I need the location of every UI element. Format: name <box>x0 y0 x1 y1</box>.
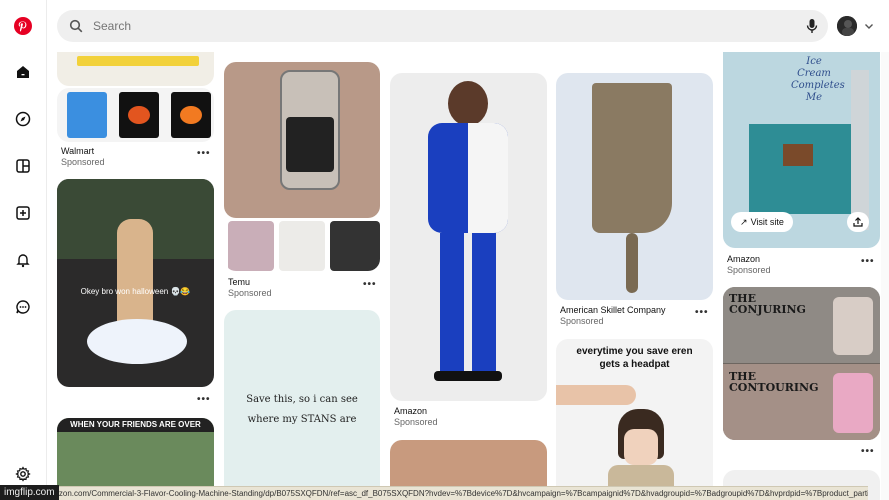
messages-icon[interactable] <box>11 295 35 319</box>
search-input[interactable] <box>93 19 693 33</box>
status-bar-url: hazon.com/Commercial-3-Flavor-Cooling-Ma… <box>0 486 868 500</box>
pin-image-eren-meme[interactable]: everytime you save eren gets a headpat <box>556 339 713 500</box>
pin-image-conjuring[interactable]: THE CONJURING THE CONTOURING <box>723 287 880 440</box>
pin-image-walmart-products[interactable] <box>57 88 214 142</box>
pin-meta-skillet: American Skillet Company Sponsored <box>560 305 666 327</box>
more-options-button[interactable]: ••• <box>861 446 875 457</box>
more-options-button[interactable]: ••• <box>363 279 377 290</box>
top-bar <box>47 0 889 52</box>
pin-sponsored-label: Sponsored <box>727 265 771 275</box>
pin-caption: Okey bro won halloween 💀😂 <box>80 287 191 296</box>
share-button[interactable] <box>847 212 869 232</box>
pin-sponsored-label: Sponsored <box>560 316 604 326</box>
more-options-button[interactable]: ••• <box>197 148 211 159</box>
more-options-button[interactable]: ••• <box>197 394 211 405</box>
pin-sponsored-label: Sponsored <box>61 157 105 167</box>
microphone-icon[interactable] <box>805 18 819 34</box>
pin-image-phone-case-thumbs[interactable] <box>224 221 380 271</box>
visit-site-button[interactable]: ↗ Visit site <box>731 212 793 232</box>
pin-meta-temu: Temu Sponsored <box>228 277 272 299</box>
more-options-button[interactable]: ••• <box>861 256 875 267</box>
pin-title[interactable]: Walmart <box>61 146 105 157</box>
pin-meta-walmart: Walmart Sponsored <box>61 146 105 168</box>
boards-icon[interactable] <box>11 154 35 178</box>
search-icon <box>69 19 83 33</box>
pin-caption: everytime you save eren gets a headpat <box>576 346 693 370</box>
pin-caption: THE CONTOURING <box>729 370 819 394</box>
watermark: imgflip.com <box>0 485 59 500</box>
pin-title[interactable]: American Skillet Company <box>560 305 666 316</box>
pin-meta-amazon-ice: Amazon Sponsored <box>727 254 771 276</box>
pin-image-jesus-halloween[interactable]: Okey bro won halloween 💀😂 <box>57 179 214 387</box>
left-nav-rail <box>0 0 47 500</box>
pin-caption: Ice Cream Completes Me <box>791 56 845 103</box>
pin-image-stans-note[interactable]: Save this, so i can see where my STANS a… <box>224 310 380 500</box>
chevron-down-icon[interactable] <box>863 20 875 32</box>
home-icon[interactable] <box>11 60 35 84</box>
pin-sponsored-label: Sponsored <box>394 417 438 427</box>
pin-title[interactable]: Amazon <box>727 254 771 265</box>
avatar[interactable] <box>837 16 857 36</box>
pin-title[interactable]: Amazon <box>394 406 438 417</box>
share-icon <box>853 217 863 227</box>
settings-gear-icon[interactable] <box>11 462 35 486</box>
create-plus-icon[interactable] <box>11 201 35 225</box>
visit-site-label: Visit site <box>750 217 784 227</box>
pinterest-logo-icon[interactable] <box>11 14 35 38</box>
notifications-bell-icon[interactable] <box>11 248 35 272</box>
pin-caption: Save this, so i can see where my STANS a… <box>246 394 358 425</box>
pin-grid: Walmart Sponsored ••• Okey bro won hallo… <box>47 52 889 500</box>
external-arrow-icon: ↗ <box>740 216 748 227</box>
pin-meta-amazon-suit: Amazon Sponsored <box>394 406 438 428</box>
pin-image-walmart-top[interactable] <box>57 52 214 86</box>
pin-image-skillet[interactable] <box>556 73 713 300</box>
pin-caption: WHEN YOUR FRIENDS ARE OVER <box>57 418 214 432</box>
scrollbar[interactable] <box>881 52 889 500</box>
pin-caption: THE CONJURING <box>729 292 806 316</box>
explore-compass-icon[interactable] <box>11 107 35 131</box>
pin-image-phone-case[interactable] <box>224 62 380 218</box>
pin-sponsored-label: Sponsored <box>228 288 272 298</box>
pin-image-blue-suit[interactable] <box>390 73 547 401</box>
pin-title[interactable]: Temu <box>228 277 272 288</box>
search-bar[interactable] <box>57 10 828 42</box>
more-options-button[interactable]: ••• <box>695 307 709 318</box>
pin-image-ice-cream-machine[interactable]: Ice Cream Completes Me ↗ Visit site <box>723 52 880 248</box>
